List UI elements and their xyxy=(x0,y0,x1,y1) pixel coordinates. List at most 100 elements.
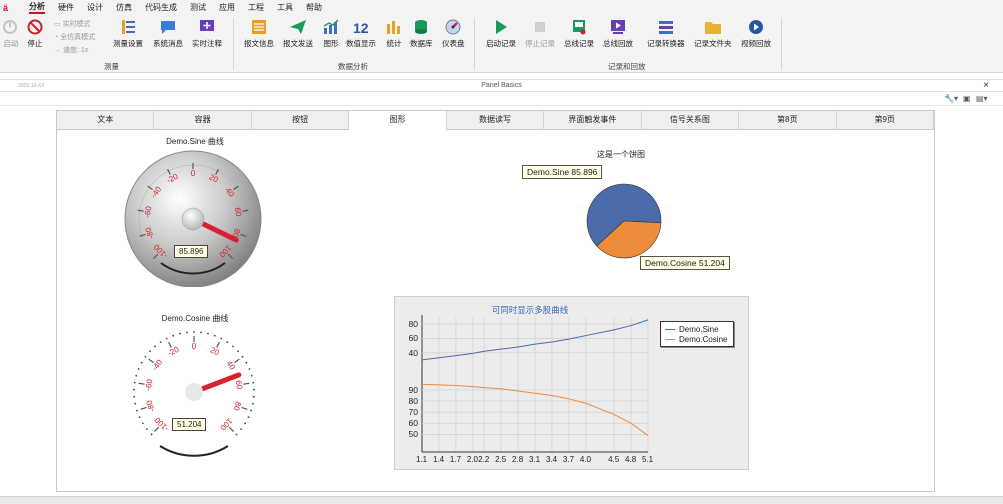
measure-setup-icon xyxy=(122,20,135,34)
multi-line-chart: 可同时显示多股曲线 40 60 80 50 60 70 80 90 1.1 1.4 1.7 2.0 2… xyxy=(394,296,749,470)
gauge-minor-tick xyxy=(150,433,153,436)
y-tick-label: 50 xyxy=(408,429,418,440)
realtime-mode-toggle[interactable]: ▭ 实时模式 xyxy=(54,19,91,29)
comment-add-icon xyxy=(200,20,214,31)
converter-icon xyxy=(658,21,673,34)
line-chart-icon xyxy=(323,19,339,34)
gauge-minor-tick xyxy=(145,428,148,431)
gauge-sine: -100-80-60-40-20 0 20406080100 xyxy=(124,150,262,287)
bus-replay-button[interactable]: 总线回放 xyxy=(603,19,633,49)
gauge-minor-tick xyxy=(207,332,209,335)
x-tick-label: 2.5 xyxy=(495,455,507,464)
menu-analysis[interactable]: 分析 xyxy=(29,1,45,14)
bus-record-button[interactable]: 总线记录 xyxy=(564,19,594,49)
measure-setup-button[interactable]: 测量设置 xyxy=(113,19,143,49)
gauge-minor-tick xyxy=(250,409,252,412)
video-replay-button[interactable]: 视频回放 xyxy=(741,19,771,49)
gauge-tick-label: 0 xyxy=(192,342,197,351)
stop-record-button[interactable]: 停止记录 xyxy=(525,19,555,49)
menu-help[interactable]: 帮助 xyxy=(306,2,322,13)
tab-ui-events[interactable]: 界面触发事件 xyxy=(544,111,642,129)
speed-control[interactable]: → 速度: 1x xyxy=(54,45,88,55)
tab-signal-graph[interactable]: 信号关系图 xyxy=(642,111,740,129)
gauge-tick-label: 0 xyxy=(191,169,196,178)
gauge-minor-tick xyxy=(248,368,251,370)
close-icon[interactable]: × xyxy=(983,80,989,91)
statistics-button[interactable]: 统计 xyxy=(385,19,403,49)
gauge-minor-tick xyxy=(240,428,243,431)
gauge-minor-tick xyxy=(134,402,137,405)
menu-codegen[interactable]: 代码生成 xyxy=(145,2,177,13)
y-tick-label: 80 xyxy=(408,319,418,330)
gauge-button[interactable]: 仪表盘 xyxy=(442,19,465,49)
gauge-minor-tick xyxy=(137,368,140,370)
numeric-display-button[interactable]: 12 数值显示 xyxy=(346,19,376,49)
menu-tools[interactable]: 工具 xyxy=(277,2,293,13)
gauge-minor-tick xyxy=(141,422,144,425)
gauge-minor-tick xyxy=(172,334,175,337)
x-tick-label: 3.1 xyxy=(529,455,541,464)
stop-icon xyxy=(27,19,43,35)
tab-text[interactable]: 文本 xyxy=(57,111,155,129)
legend-item-cosine: Demo.Cosine xyxy=(665,335,727,344)
gauge-minor-tick xyxy=(251,402,254,405)
gauge-minor-tick xyxy=(165,337,168,340)
menu-application[interactable]: 应用 xyxy=(219,2,235,13)
menu-simulation[interactable]: 仿真 xyxy=(116,2,132,13)
save-icon[interactable]: ▣ xyxy=(963,94,971,103)
full-sim-mode-toggle[interactable]: ◔ 全仿真模式 xyxy=(54,32,95,42)
x-tick-label: 3.7 xyxy=(562,455,575,464)
gauge-minor-tick xyxy=(235,433,238,436)
y-tick-label: 60 xyxy=(408,418,418,429)
tab-data-rw[interactable]: 数据读写 xyxy=(447,111,545,129)
start-record-button[interactable]: 启动记录 xyxy=(486,19,516,49)
gauge-minor-tick xyxy=(135,374,138,377)
tab-button[interactable]: 按钮 xyxy=(252,111,350,129)
pie-tooltip-cosine: Demo.Cosine 51.204 xyxy=(640,256,730,270)
menu-test[interactable]: 测试 xyxy=(190,2,206,13)
system-messages-button[interactable]: 系统消息 xyxy=(153,19,183,49)
wrench-icon[interactable]: 🔧▾ xyxy=(944,94,958,103)
menu-project[interactable]: 工程 xyxy=(248,2,264,13)
y-tick-label: 40 xyxy=(408,347,418,358)
menu-hardware[interactable]: 硬件 xyxy=(58,2,74,13)
layout-icon[interactable]: ▤▾ xyxy=(976,94,988,103)
gauge-minor-tick xyxy=(133,388,135,391)
gauge-minor-tick xyxy=(252,395,255,398)
x-tick-label: 5.1 xyxy=(642,455,654,464)
msg-info-button[interactable]: 报文信息 xyxy=(244,19,274,49)
gauge-minor-tick xyxy=(140,361,143,364)
gauge-minor-tick xyxy=(237,350,239,353)
ribbon-separator xyxy=(233,18,234,70)
gauge-minor-tick xyxy=(244,422,247,425)
gauge-minor-tick xyxy=(193,331,195,333)
message-list-icon xyxy=(252,20,266,34)
gauge-minor-tick xyxy=(133,395,136,398)
realtime-comment-button[interactable]: 实时注释 xyxy=(192,19,222,49)
tab-graphics[interactable]: 图形 xyxy=(349,111,447,131)
record-converter-button[interactable]: 记录转换器 xyxy=(647,19,685,49)
x-tick-label: 4.8 xyxy=(625,455,637,464)
y-tick-label: 60 xyxy=(408,333,418,344)
tab-container[interactable]: 容器 xyxy=(154,111,252,129)
graph-button[interactable]: 图形 xyxy=(322,19,340,49)
panel-toolbar: 🔧▾ ▣ ▤▾ xyxy=(0,92,1003,106)
bus-record-icon xyxy=(573,20,586,35)
tab-page-9[interactable]: 第9页 xyxy=(837,111,934,129)
y-tick-label: 80 xyxy=(408,396,418,407)
bus-replay-icon xyxy=(611,20,625,34)
msg-send-button[interactable]: 报文发送 xyxy=(283,19,313,49)
stop-button[interactable]: 停止 xyxy=(26,19,44,49)
record-folder-button[interactable]: 记录文件夹 xyxy=(694,19,732,49)
gauge-sine-value: 85.896 xyxy=(174,245,209,258)
menu-design[interactable]: 设计 xyxy=(87,2,103,13)
ribbon-separator xyxy=(781,18,782,70)
gauge-minor-tick xyxy=(149,350,151,353)
tab-page-8[interactable]: 第8页 xyxy=(739,111,837,129)
menu-bar: ä 分析 硬件 设计 仿真 代码生成 测试 应用 工程 工具 帮助 xyxy=(0,0,1003,15)
gauge-minor-tick xyxy=(154,345,156,348)
gauge-cosine: -100-80-60-40-20 0 20406080100 xyxy=(130,328,258,457)
gauge-minor-tick xyxy=(138,416,141,419)
start-button[interactable]: 启动 xyxy=(2,19,20,49)
database-button[interactable]: 数据库 xyxy=(410,19,433,49)
